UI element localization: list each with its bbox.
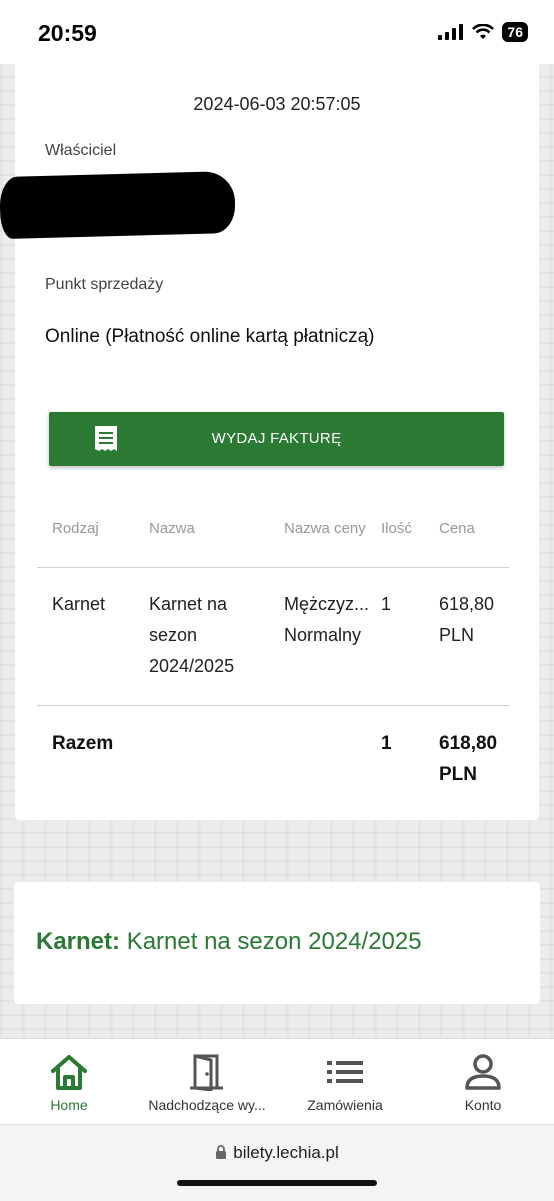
owner-name-redacted bbox=[0, 170, 236, 240]
sale-point-label: Punkt sprzedaży bbox=[45, 276, 164, 293]
url-display[interactable]: bilety.lechia.pl bbox=[0, 1143, 554, 1163]
row-name-line: sezon bbox=[149, 625, 198, 645]
nav-upcoming-label: Nadchodzące wy... bbox=[148, 1097, 266, 1113]
door-icon bbox=[190, 1054, 223, 1091]
col-header-price: Cena bbox=[439, 520, 475, 537]
owner-label: Właściciel bbox=[45, 142, 117, 159]
nav-home[interactable]: Home bbox=[0, 1039, 138, 1125]
url-text: bilety.lechia.pl bbox=[233, 1143, 339, 1162]
battery-indicator: 76 bbox=[502, 22, 528, 42]
row-type: Karnet bbox=[52, 594, 106, 614]
row-name-line: Karnet na bbox=[149, 594, 228, 614]
row-price-name-line: Normalny bbox=[284, 625, 362, 645]
nav-orders[interactable]: Zamówienia bbox=[276, 1039, 414, 1125]
nav-account-label: Konto bbox=[464, 1097, 502, 1113]
home-indicator bbox=[177, 1180, 377, 1186]
order-details-card: 2024-06-03 20:57:05 Właściciel Punkt spr… bbox=[0, 64, 539, 820]
browser-url-bar[interactable]: bilety.lechia.pl bbox=[0, 1124, 554, 1201]
nav-upcoming-events[interactable]: Nadchodzące wy... bbox=[138, 1039, 276, 1125]
nav-account[interactable]: Konto bbox=[414, 1039, 552, 1125]
total-price-line: 618,80 bbox=[439, 733, 498, 754]
user-icon bbox=[465, 1054, 501, 1090]
lock-icon bbox=[216, 1145, 227, 1159]
row-price-line: 618,80 bbox=[439, 594, 495, 614]
total-label: Razem bbox=[52, 733, 114, 754]
row-name-line: 2024/2025 bbox=[149, 656, 235, 676]
home-icon bbox=[51, 1055, 87, 1090]
total-quantity: 1 bbox=[381, 733, 392, 754]
table-divider bbox=[37, 567, 509, 568]
status-icons: 76 bbox=[438, 22, 528, 42]
row-quantity: 1 bbox=[381, 594, 392, 614]
table-divider bbox=[37, 705, 509, 706]
row-price-line: PLN bbox=[439, 625, 475, 645]
col-header-quantity: Ilość bbox=[381, 520, 412, 537]
status-bar: 20:59 76 bbox=[0, 0, 554, 64]
sale-point-value: Online (Płatność online kartą płatniczą) bbox=[45, 326, 375, 347]
row-price-name-line: Mężczyz... bbox=[284, 594, 370, 614]
col-header-name: Nazwa bbox=[149, 520, 195, 537]
col-header-type: Rodzaj bbox=[52, 520, 99, 537]
pass-summary-card: Karnet: Karnet na sezon 2024/2025 bbox=[14, 882, 540, 1004]
pass-summary: Karnet: Karnet na sezon 2024/2025 bbox=[36, 928, 422, 956]
row-name: Karnet na sezon 2024/2025 bbox=[149, 589, 234, 682]
wifi-icon bbox=[472, 24, 495, 39]
pass-summary-value: Karnet na sezon 2024/2025 bbox=[126, 928, 422, 955]
bottom-navigation: Home Nadchodzące wy... Zamówienia Konto bbox=[0, 1038, 554, 1125]
total-price-line: PLN bbox=[439, 764, 477, 785]
issue-invoice-button[interactable]: WYDAJ FAKTURĘ bbox=[49, 412, 504, 466]
total-price: 618,80 PLN bbox=[439, 728, 497, 790]
status-time: 20:59 bbox=[38, 20, 97, 46]
issue-invoice-label: WYDAJ FAKTURĘ bbox=[211, 430, 342, 447]
row-price-name: Mężczyz... Normalny bbox=[284, 589, 369, 651]
list-icon bbox=[327, 1061, 363, 1083]
row-price: 618,80 PLN bbox=[439, 589, 494, 651]
col-header-price-name: Nazwa ceny bbox=[284, 520, 366, 537]
pass-summary-label: Karnet: bbox=[36, 928, 121, 955]
order-datetime: 2024-06-03 20:57:05 bbox=[193, 94, 361, 114]
nav-orders-label: Zamówienia bbox=[307, 1097, 383, 1113]
signal-icon bbox=[438, 24, 464, 40]
nav-home-label: Home bbox=[50, 1097, 88, 1113]
